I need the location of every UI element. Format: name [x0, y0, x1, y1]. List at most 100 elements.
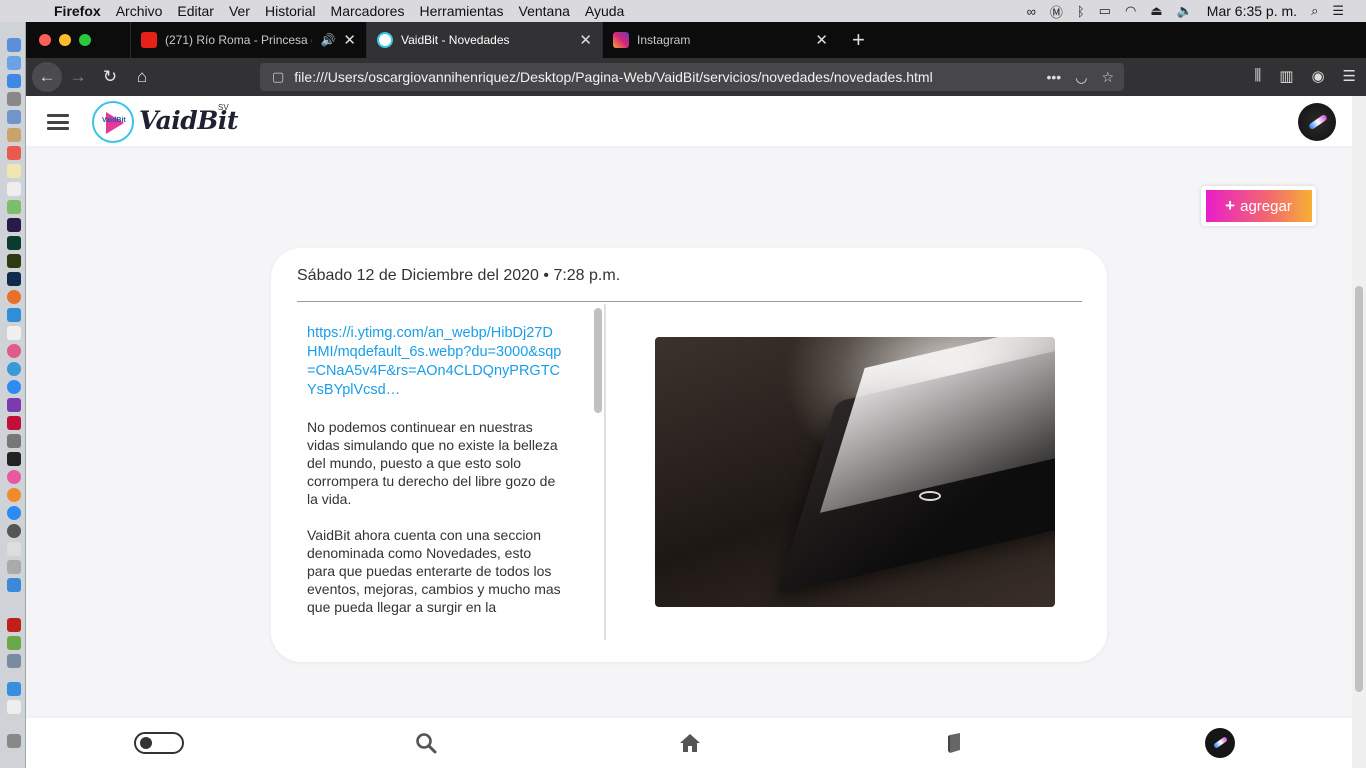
- forward-button[interactable]: →: [62, 67, 94, 87]
- profile-avatar-bottom[interactable]: [1205, 728, 1235, 758]
- library-icon[interactable]: ⫼: [1254, 67, 1261, 85]
- profile-avatar[interactable]: [1298, 103, 1336, 141]
- books-dock-icon[interactable]: [7, 488, 21, 502]
- minimize-window-icon[interactable]: [59, 34, 71, 46]
- book-icon[interactable]: [943, 731, 967, 755]
- page-info-icon[interactable]: ▢: [272, 69, 284, 85]
- eject-icon[interactable]: ⏏: [1150, 3, 1162, 19]
- document-dock-icon[interactable]: [7, 700, 21, 714]
- contacts-dock-icon[interactable]: [7, 128, 21, 142]
- filezilla-dock-icon[interactable]: [7, 618, 21, 632]
- maximize-window-icon[interactable]: [79, 34, 91, 46]
- menu-historial[interactable]: Historial: [265, 3, 316, 19]
- reminders-dock-icon[interactable]: [7, 182, 21, 196]
- close-tab-icon[interactable]: ✕: [815, 31, 828, 49]
- reload-button[interactable]: ↻: [94, 67, 126, 87]
- post-text-column[interactable]: https://i.ytimg.com/an_webp/HibDj27DHMI/…: [297, 304, 605, 640]
- tab-instagram[interactable]: Instagram ✕: [602, 22, 838, 58]
- close-window-icon[interactable]: [39, 34, 51, 46]
- sidebar-icon[interactable]: ▥: [1279, 67, 1293, 85]
- app-dock-icon-5[interactable]: [7, 434, 21, 448]
- app-dock-icon-2[interactable]: [7, 326, 21, 340]
- menu-editar[interactable]: Editar: [177, 3, 214, 19]
- notes-dock-icon[interactable]: [7, 164, 21, 178]
- trash-dock-icon[interactable]: [7, 734, 21, 748]
- preferences-dock-icon[interactable]: [7, 524, 21, 538]
- finder-dock-icon[interactable]: [7, 38, 21, 52]
- add-button[interactable]: + agregar: [1201, 186, 1316, 226]
- theme-toggle[interactable]: [134, 732, 184, 754]
- appstore-dock-icon[interactable]: [7, 506, 21, 520]
- app-dock-icon-6[interactable]: [7, 542, 21, 556]
- app-dock-icon-3[interactable]: [7, 398, 21, 412]
- music-dock-icon[interactable]: [7, 470, 21, 484]
- firefox-dock-icon[interactable]: [7, 290, 21, 304]
- home-button[interactable]: ⌂: [126, 67, 158, 87]
- bookmark-star-icon[interactable]: ☆: [1101, 69, 1114, 86]
- pocket-icon[interactable]: ◡: [1075, 69, 1087, 86]
- account-icon[interactable]: ◉: [1311, 67, 1324, 85]
- page-scrollbar[interactable]: [1352, 96, 1366, 768]
- creative-cloud-icon[interactable]: ∞: [1027, 4, 1036, 19]
- premiere-dock-icon[interactable]: [7, 218, 21, 232]
- app-dock-icon-4[interactable]: [7, 416, 21, 430]
- vaidbit-logo-icon[interactable]: VaidBit: [92, 101, 134, 143]
- mail-dock-icon[interactable]: [7, 110, 21, 124]
- app-dock-icon-8[interactable]: [7, 636, 21, 650]
- calendar-dock-icon[interactable]: [7, 146, 21, 160]
- menu-archivo[interactable]: Archivo: [116, 3, 163, 19]
- close-tab-icon[interactable]: ✕: [579, 31, 592, 49]
- close-tab-icon[interactable]: ✕: [343, 31, 356, 49]
- menu-marcadores[interactable]: Marcadores: [331, 3, 405, 19]
- help-dock-icon[interactable]: [7, 560, 21, 574]
- rocket-dock-icon[interactable]: [7, 92, 21, 106]
- tab-label: VaidBit - Novedades: [401, 33, 510, 47]
- notification-center-icon[interactable]: ☰: [1332, 3, 1344, 19]
- app-dock-icon-7[interactable]: [7, 578, 21, 592]
- photoshop-dock-icon[interactable]: [7, 272, 21, 286]
- logo-mini-text: VaidBit: [102, 117, 126, 124]
- post-link[interactable]: https://i.ytimg.com/an_webp/HibDj27DHMI/…: [307, 324, 563, 400]
- back-button[interactable]: ←: [32, 62, 62, 92]
- menu-ayuda[interactable]: Ayuda: [585, 3, 624, 19]
- m-status-icon[interactable]: Ⓜ: [1050, 2, 1063, 21]
- menu-ver[interactable]: Ver: [229, 3, 250, 19]
- tab-youtube[interactable]: (271) Río Roma - Princesa ( 🔊 ✕: [130, 22, 366, 58]
- text-scrollbar[interactable]: [593, 308, 603, 644]
- downloads-dock-icon[interactable]: [7, 682, 21, 696]
- app-dock-icon-1[interactable]: [7, 308, 21, 322]
- divider: [297, 301, 1082, 302]
- new-tab-button[interactable]: +: [838, 22, 865, 58]
- home-icon[interactable]: [678, 731, 702, 755]
- messages-dock-icon[interactable]: [7, 380, 21, 394]
- bluetooth-icon[interactable]: ᛒ: [1077, 4, 1085, 19]
- page-actions-icon[interactable]: •••: [1047, 69, 1062, 86]
- wifi-icon[interactable]: ◠: [1125, 3, 1136, 19]
- menu-app-name[interactable]: Firefox: [54, 3, 101, 19]
- tab-vaidbit[interactable]: VaidBit - Novedades ✕: [366, 22, 602, 58]
- search-icon[interactable]: [414, 731, 438, 755]
- airplay-icon[interactable]: ▭: [1099, 3, 1111, 19]
- page-viewport: VaidBit VaidBit SV + agregar Sábado 12 d…: [26, 96, 1352, 768]
- terminal-dock-icon[interactable]: [7, 452, 21, 466]
- menubar-clock[interactable]: Mar 6:35 p. m.: [1207, 3, 1297, 19]
- launchpad-dock-icon[interactable]: [7, 56, 21, 70]
- menu-herramientas[interactable]: Herramientas: [419, 3, 503, 19]
- plus-icon: +: [1225, 196, 1236, 215]
- maps-dock-icon[interactable]: [7, 200, 21, 214]
- spotlight-search-icon[interactable]: ⌕: [1311, 3, 1318, 19]
- chrome-dock-icon[interactable]: [7, 362, 21, 376]
- menu-ventana[interactable]: Ventana: [519, 3, 570, 19]
- post-paragraph-1: No podemos continuear en nuestras vidas …: [307, 419, 558, 507]
- speaker-icon[interactable]: 🔊: [320, 33, 335, 47]
- app-dock-icon-9[interactable]: [7, 654, 21, 668]
- photos-dock-icon[interactable]: [7, 344, 21, 358]
- volume-icon[interactable]: 🔈: [1177, 3, 1193, 19]
- menu-icon[interactable]: ☰: [1343, 67, 1356, 85]
- url-text[interactable]: file:///Users/oscargiovannihenriquez/Des…: [294, 69, 1046, 85]
- url-bar[interactable]: ▢ file:///Users/oscargiovannihenriquez/D…: [260, 63, 1124, 91]
- safari-dock-icon[interactable]: [7, 74, 21, 88]
- hamburger-menu-icon[interactable]: [47, 114, 69, 130]
- dreamweaver-dock-icon[interactable]: [7, 254, 21, 268]
- audition-dock-icon[interactable]: [7, 236, 21, 250]
